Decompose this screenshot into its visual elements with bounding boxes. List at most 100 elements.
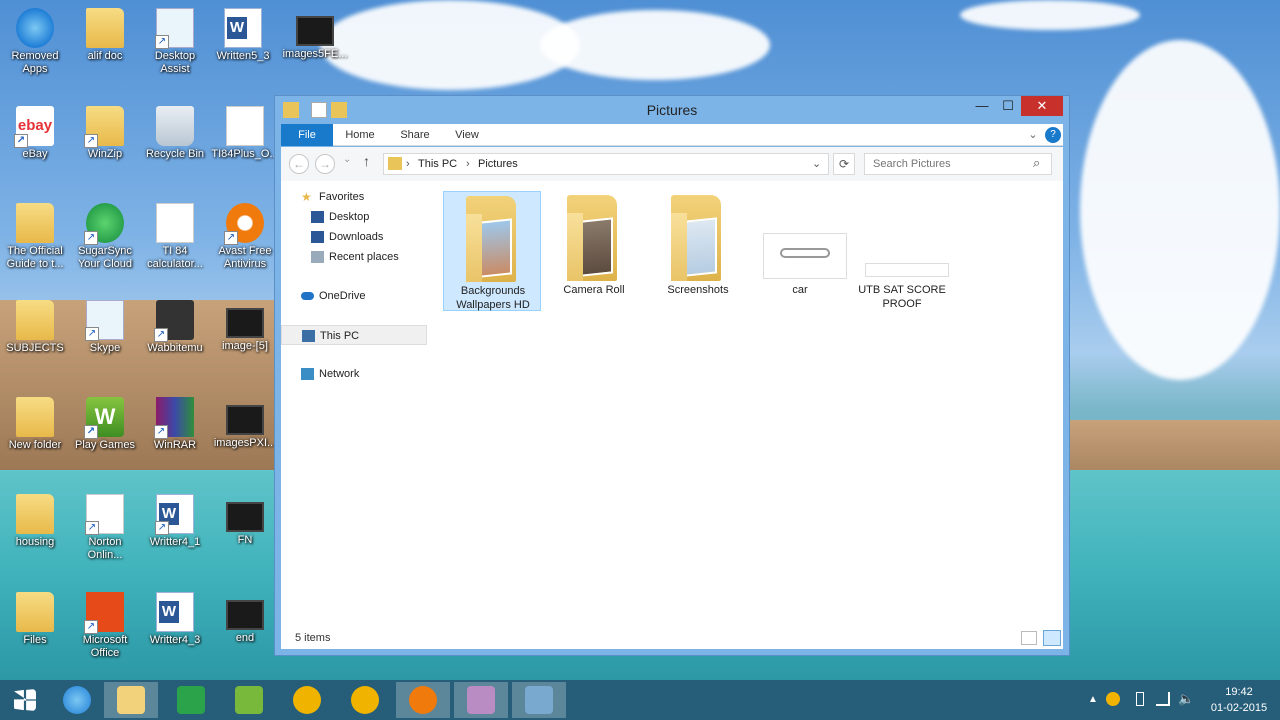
clock-time[interactable]: 19:42	[1204, 686, 1274, 698]
desktop-icon-writter4-1[interactable]: Writter4_1	[140, 494, 210, 549]
tray-app-icon[interactable]	[1106, 692, 1120, 706]
forward-button[interactable]: →	[315, 154, 335, 174]
taskbar-globe-app[interactable]	[280, 682, 334, 718]
item-name: Camera Roll	[563, 284, 625, 296]
image-file-icon	[226, 600, 264, 630]
desktop-icon-fn[interactable]: FN	[210, 494, 280, 547]
battery-icon[interactable]	[1136, 692, 1144, 706]
help-icon[interactable]: ?	[1045, 127, 1061, 143]
taskbar-store[interactable]	[164, 682, 218, 718]
taskbar-games[interactable]	[222, 682, 276, 718]
folder-item-screenshots[interactable]: Screenshots	[649, 191, 747, 311]
desktop-icon-winzip[interactable]: WinZip	[70, 106, 140, 161]
desktop-icon-winrar[interactable]: WinRAR	[140, 397, 210, 452]
taskbar-image-viewer[interactable]	[454, 682, 508, 718]
taskbar-avast[interactable]	[396, 682, 450, 718]
desktop-icon-sugarsync[interactable]: SugarSync Your Cloud	[70, 203, 140, 271]
recent-locations-chevron-icon[interactable]: ⌄	[343, 154, 351, 165]
image-item-car[interactable]: car	[751, 191, 849, 311]
ie-icon	[16, 8, 54, 48]
breadcrumb-this-pc[interactable]: This PC	[418, 154, 457, 174]
desktop-icon-label: Writter4_3	[149, 634, 201, 646]
desktop-icon-microsoft-office[interactable]: Microsoft Office	[70, 592, 140, 660]
explorer-window: Pictures — ☐ ✕ File Home Share View ⌄ ? …	[274, 95, 1070, 656]
desktop-icon-official-guide[interactable]: The Official Guide to t...	[0, 203, 70, 271]
desktop-icon-norton[interactable]: Norton Onlin...	[70, 494, 140, 562]
nav-onedrive[interactable]: OneDrive	[281, 286, 427, 306]
desktop-icon-ebay[interactable]: ebayeBay	[0, 106, 70, 161]
tab-home[interactable]: Home	[336, 124, 384, 146]
desktop-icon-imagespxi[interactable]: imagesPXI...	[210, 397, 280, 450]
desktop-icon-ti84-calculator[interactable]: TI 84 calculator...	[140, 203, 210, 271]
taskbar-file-explorer[interactable]	[104, 682, 158, 718]
image-item-utb-sat[interactable]: UTB SAT SCORE PROOF	[853, 191, 951, 311]
expand-ribbon-chevron-icon[interactable]: ⌄	[1025, 124, 1041, 146]
desktop-icon-label: Recycle Bin	[145, 148, 205, 160]
desktop-icon-image-5[interactable]: image-[5]	[210, 300, 280, 353]
desktop-icon-alif-doc[interactable]: alif doc	[70, 8, 140, 63]
title-bar[interactable]: Pictures — ☐ ✕	[275, 96, 1069, 124]
nav-desktop-label: Desktop	[329, 211, 370, 223]
desktop-icon-housing[interactable]: housing	[0, 494, 70, 549]
folder-item-camera-roll[interactable]: Camera Roll	[545, 191, 643, 311]
show-hidden-icons-chevron-icon[interactable]: ▲	[1088, 694, 1098, 705]
desktop-icon-files[interactable]: Files	[0, 592, 70, 647]
breadcrumb-pictures[interactable]: Pictures	[478, 154, 518, 174]
taskbar-photos[interactable]	[512, 682, 566, 718]
network-signal-icon[interactable]	[1156, 692, 1170, 706]
folder-icon	[16, 494, 54, 534]
folder-item-backgrounds[interactable]: Backgrounds Wallpapers HD	[443, 191, 541, 311]
address-bar[interactable]: › This PC › Pictures ⌄	[383, 153, 829, 175]
desktop-icon-label: Removed Apps	[11, 50, 59, 75]
minimize-button[interactable]: —	[969, 96, 995, 116]
refresh-button[interactable]: ⟳	[833, 153, 855, 175]
desktop-icon-removed-apps[interactable]: Removed Apps	[0, 8, 70, 76]
up-button[interactable]: ↑	[363, 153, 370, 169]
nav-network-label: Network	[319, 368, 360, 380]
desktop-icon-recycle-bin[interactable]: Recycle Bin	[140, 106, 210, 161]
desktop-icon-skype[interactable]: Skype	[70, 300, 140, 355]
details-view-icon[interactable]	[1021, 631, 1037, 645]
tab-share[interactable]: Share	[391, 124, 439, 146]
desktop-icon-images5fe[interactable]: images5FE...	[280, 8, 350, 61]
desktop-icon-new-folder[interactable]: New folder	[0, 397, 70, 452]
address-dropdown-chevron-icon[interactable]: ⌄	[812, 154, 821, 174]
desktop-icon-writter4-3[interactable]: Writter4_3	[140, 592, 210, 647]
nav-network[interactable]: Network	[281, 364, 427, 384]
games-icon: W	[84, 397, 124, 439]
desktop-icon-label: Written5_3	[216, 50, 270, 62]
desktop-icon-label: SUBJECTS	[6, 342, 64, 354]
image-file-icon	[226, 502, 264, 532]
breadcrumb-separator: ›	[466, 158, 470, 170]
desktop-icon-avast[interactable]: Avast Free Antivirus	[210, 203, 280, 271]
tab-file[interactable]: File	[281, 124, 333, 146]
desktop-icon-end[interactable]: end	[210, 592, 280, 645]
start-button[interactable]	[0, 682, 54, 718]
taskbar-ie[interactable]	[50, 682, 104, 718]
taskbar-sync-app[interactable]	[338, 682, 392, 718]
back-button[interactable]: ←	[289, 154, 309, 174]
desktop-icon-ti84plus[interactable]: TI84Plus_O...	[210, 106, 280, 161]
nav-this-pc[interactable]: This PC	[281, 325, 427, 345]
norton-icon	[85, 494, 124, 535]
search-icon[interactable]: ⌕	[1033, 155, 1040, 171]
clock-date[interactable]: 01-02-2015	[1204, 702, 1274, 714]
desktop-icon-subjects[interactable]: SUBJECTS	[0, 300, 70, 355]
desktop-icon-wabbitemu[interactable]: Wabbitemu	[140, 300, 210, 355]
search-input[interactable]	[864, 153, 1052, 175]
desktop-icon-desktop-assist[interactable]: Desktop Assist	[140, 8, 210, 76]
large-icons-view-icon[interactable]	[1043, 630, 1061, 646]
volume-icon[interactable]: 🔈	[1178, 691, 1194, 707]
desktop-icon-written5-3[interactable]: Written5_3	[208, 8, 278, 63]
close-button[interactable]: ✕	[1021, 96, 1063, 116]
nav-favorites[interactable]: ★ Favorites	[281, 187, 427, 207]
nav-desktop[interactable]: Desktop	[281, 207, 427, 227]
desktop-icon-label: Wabbitemu	[147, 342, 203, 354]
maximize-button[interactable]: ☐	[995, 96, 1021, 116]
nav-downloads[interactable]: Downloads	[281, 227, 427, 247]
word-document-icon	[224, 8, 262, 48]
tab-view[interactable]: View	[443, 124, 491, 146]
breadcrumb-separator: ›	[406, 158, 410, 170]
desktop-icon-play-games[interactable]: WPlay Games	[70, 397, 140, 452]
nav-recent-places[interactable]: Recent places	[281, 247, 427, 267]
